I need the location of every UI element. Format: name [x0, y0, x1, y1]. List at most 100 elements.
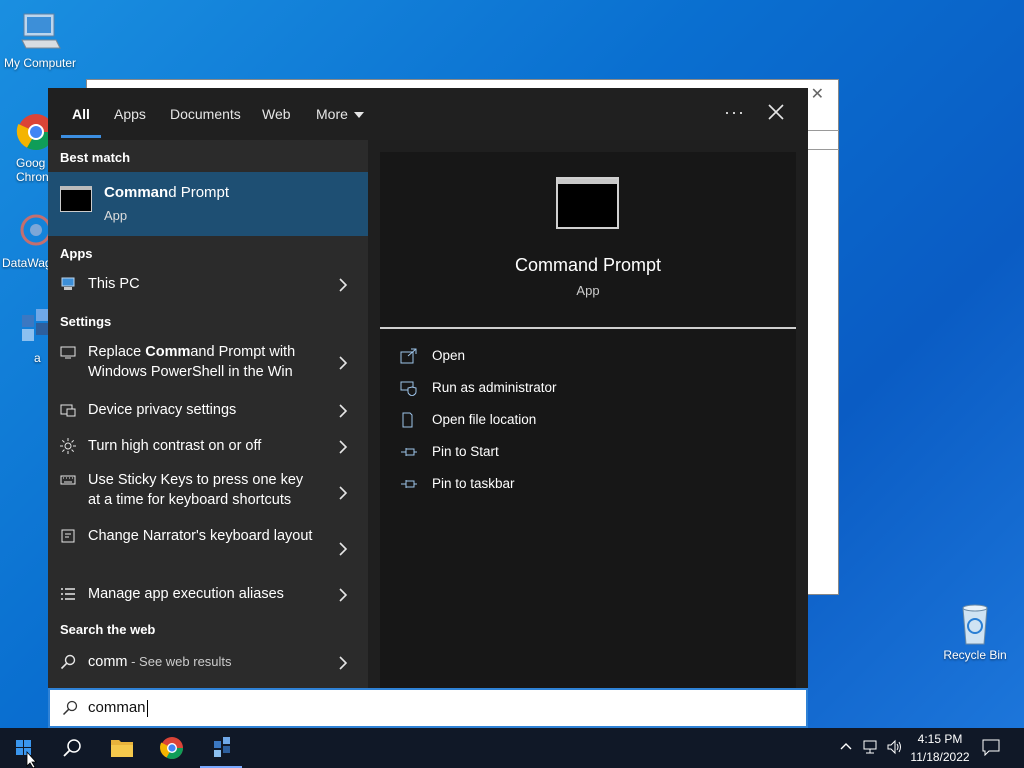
tab-more-label: More [316, 106, 348, 122]
result-label: Change Narrator's keyboard layout [88, 528, 313, 544]
desktop-icon-label: My Computer [3, 56, 77, 70]
close-icon[interactable]: ✕ [811, 84, 824, 104]
preview-divider [380, 327, 796, 329]
apps-header: Apps [60, 246, 93, 261]
preview-title: Command Prompt [514, 255, 662, 275]
result-sticky-keys[interactable]: Use Sticky Keys to press one key at a ti… [48, 464, 368, 520]
brightness-icon [60, 438, 76, 454]
result-replace-command-prompt[interactable]: Replace Command Prompt with Windows Powe… [48, 336, 368, 388]
search-input[interactable]: comman [48, 688, 808, 728]
result-high-contrast[interactable]: Turn high contrast on or off [48, 428, 368, 464]
best-match-title: Command Prompt [104, 184, 229, 201]
search-tabs: All Apps Documents Web More ··· [48, 88, 808, 140]
chevron-right-icon[interactable] [338, 542, 348, 556]
search-query-text: comman [88, 699, 146, 716]
desktop-icon-my-computer[interactable]: My Computer [0, 10, 80, 70]
chevron-right-icon[interactable] [338, 404, 348, 418]
result-device-privacy[interactable]: Device privacy settings [48, 392, 368, 428]
desktop-icon-label: Goog Chron [16, 156, 49, 184]
tab-more[interactable]: More [316, 106, 364, 122]
action-label: Run as administrator [432, 380, 557, 395]
action-label: Open [432, 348, 466, 363]
preview-pane: Command Prompt App Open Run as administr… [380, 152, 796, 688]
best-match-header: Best match [60, 150, 131, 165]
open-icon [400, 348, 418, 364]
file-explorer-icon[interactable] [98, 728, 146, 768]
tab-all[interactable]: All [72, 106, 90, 122]
narrator-icon [60, 528, 76, 544]
volume-icon[interactable] [886, 739, 902, 758]
recycle-bin-icon [951, 602, 999, 646]
close-icon[interactable] [764, 100, 788, 124]
desktop-icon-label: Recycle Bin [943, 648, 1007, 662]
ellipsis-icon[interactable]: ··· [724, 102, 745, 123]
window-toolbar-strip [807, 130, 839, 150]
chevron-up-icon[interactable] [840, 740, 852, 755]
results-list: Best match Command Prompt App Apps This … [48, 140, 368, 688]
result-label: Replace Command Prompt with Windows Powe… [88, 342, 318, 382]
tab-web[interactable]: Web [262, 106, 291, 122]
chevron-right-icon[interactable] [338, 278, 348, 292]
privacy-icon [60, 402, 76, 418]
command-prompt-icon [60, 186, 92, 212]
command-prompt-icon [556, 177, 619, 229]
best-match-title-bold: Comman [104, 184, 169, 201]
search-icon [62, 700, 78, 716]
action-run-as-admin[interactable]: Run as administrator [400, 378, 780, 402]
chevron-right-icon[interactable] [338, 656, 348, 670]
computer-icon [16, 10, 64, 54]
keyboard-icon [60, 472, 76, 488]
action-open[interactable]: Open [400, 346, 780, 370]
file-location-icon [400, 412, 418, 428]
result-label-bold: Comm [145, 344, 191, 360]
desktop-icon-chrome[interactable]: Goog Chron [0, 110, 54, 184]
caret-down-icon [353, 112, 364, 119]
action-pin-to-start[interactable]: Pin to Start [400, 442, 780, 466]
result-app-execution-aliases[interactable]: Manage app execution aliases [48, 576, 368, 612]
desktop-icon-a[interactable]: a [0, 305, 54, 365]
action-open-file-location[interactable]: Open file location [400, 410, 780, 434]
action-label: Open file location [432, 412, 537, 427]
action-pin-to-taskbar[interactable]: Pin to taskbar [400, 474, 780, 498]
chevron-right-icon[interactable] [338, 486, 348, 500]
notification-icon[interactable] [982, 738, 1000, 759]
result-narrator-keyboard[interactable]: Change Narrator's keyboard layout [48, 520, 368, 576]
desktop-icon-label: DataWag [2, 256, 52, 270]
tab-documents[interactable]: Documents [170, 106, 241, 122]
desktop-icon-datawag[interactable]: DataWag [0, 210, 54, 270]
result-label: Turn high contrast on or off [88, 438, 262, 454]
this-pc-icon [60, 276, 76, 292]
clock-time[interactable]: 4:15 PM [910, 732, 970, 746]
action-label: Pin to Start [432, 444, 499, 459]
taskbar-search-button[interactable] [48, 728, 96, 768]
clock-date[interactable]: 11/18/2022 [906, 750, 974, 764]
best-match-title-rest: d Prompt [168, 184, 230, 201]
best-match-result[interactable]: Command Prompt App [48, 172, 368, 236]
result-label: Manage app execution aliases [88, 586, 284, 602]
web-suffix: - See web results [127, 654, 232, 669]
result-web-search[interactable]: comm - See web results [48, 642, 368, 682]
result-this-pc[interactable]: This PC [48, 266, 368, 302]
chevron-right-icon[interactable] [338, 588, 348, 602]
taskbar: 4:15 PM 11/18/2022 [0, 728, 1024, 768]
mouse-cursor-icon [24, 728, 40, 768]
datawag-taskbar-icon[interactable] [198, 728, 246, 768]
chrome-icon[interactable] [148, 728, 196, 768]
chevron-right-icon[interactable] [338, 356, 348, 370]
preview-subtitle: App [576, 283, 600, 298]
list-icon [60, 586, 76, 602]
settings-header: Settings [60, 314, 112, 329]
chevron-right-icon[interactable] [338, 440, 348, 454]
desktop-icon-label: a [34, 351, 41, 365]
tab-apps[interactable]: Apps [114, 106, 146, 122]
result-label: Use Sticky Keys to press one key at a ti… [88, 472, 304, 508]
result-label-pre: Replace [88, 344, 146, 360]
web-header: Search the web [60, 622, 156, 637]
desktop-icon-recycle-bin[interactable]: Recycle Bin [935, 602, 1015, 662]
search-query[interactable]: comman [88, 699, 148, 717]
web-term: comm [88, 654, 128, 670]
text-caret [146, 699, 148, 717]
pin-icon [400, 444, 418, 460]
action-label: Pin to taskbar [432, 476, 515, 491]
network-icon[interactable] [862, 739, 880, 758]
